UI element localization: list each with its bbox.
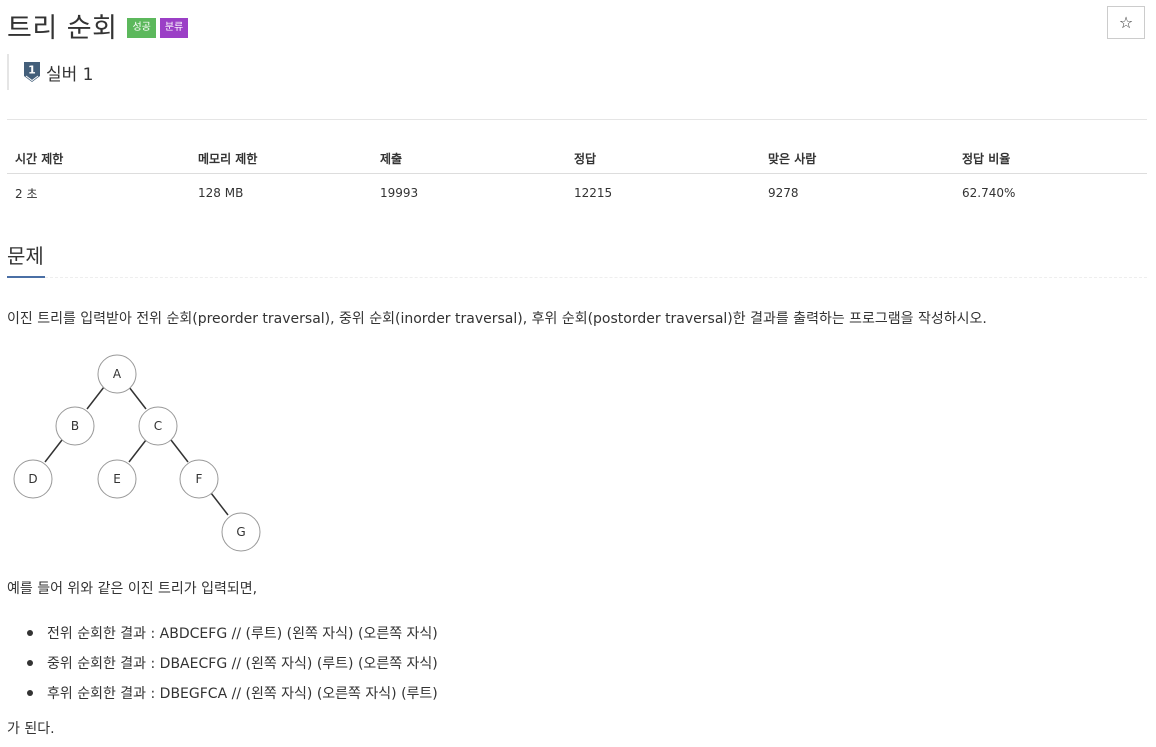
- traversal-results-list: 전위 순회한 결과 : ABDCEFG // (루트) (왼쪽 자식) (오른쪽…: [27, 618, 438, 708]
- edge-a-b: [86, 386, 105, 410]
- tree-node-label-c: C: [154, 419, 162, 433]
- tier-label[interactable]: 실버 1: [46, 60, 94, 85]
- solvers-value: 9278: [768, 186, 799, 200]
- section-title-underline: [7, 276, 45, 278]
- edge-c-e: [128, 439, 147, 463]
- star-icon: ☆: [1118, 13, 1134, 32]
- tree-node-label-d: D: [28, 472, 37, 486]
- list-item: 중위 순회한 결과 : DBAECFG // (왼쪽 자식) (루트) (오른쪽…: [27, 648, 438, 678]
- postorder-result: 후위 순회한 결과 : DBEGFCA // (왼쪽 자식) (오른쪽 자식) …: [47, 686, 438, 702]
- problem-info-table: 시간 제한 메모리 제한 제출 정답 맞은 사람 정답 비율 2 초 128 M…: [7, 143, 1147, 212]
- problem-title: 트리 순회: [7, 13, 118, 44]
- ending-text: 가 된다.: [7, 721, 55, 737]
- edge-a-c: [128, 386, 147, 410]
- preorder-result: 전위 순회한 결과 : ABDCEFG // (루트) (왼쪽 자식) (오른쪽…: [47, 626, 438, 642]
- header-memory-limit: 메모리 제한: [198, 151, 258, 166]
- accepted-value: 12215: [574, 186, 613, 200]
- edge-c-f: [170, 439, 189, 463]
- ratio-value: 62.740%: [962, 186, 1016, 200]
- memory-limit-value: 128 MB: [198, 186, 244, 200]
- category-badge[interactable]: 분류: [159, 17, 189, 38]
- problem-header: 트리 순회 성공 분류: [7, 6, 189, 45]
- bullet-icon: [27, 660, 33, 666]
- divider: [7, 119, 1147, 120]
- list-item: 후위 순회한 결과 : DBEGFCA // (왼쪽 자식) (오른쪽 자식) …: [27, 678, 438, 708]
- tree-node-label-e: E: [113, 472, 121, 486]
- tree-node-label-a: A: [113, 367, 122, 381]
- header-ratio: 정답 비율: [962, 151, 1011, 166]
- section-divider: [45, 277, 1147, 279]
- bullet-icon: [27, 690, 33, 696]
- header-time-limit: 시간 제한: [15, 151, 64, 166]
- tree-node-label-f: F: [196, 472, 203, 486]
- binary-tree-diagram: A B C D E F G: [13, 354, 261, 552]
- edge-b-d: [44, 439, 63, 463]
- list-item: 전위 순회한 결과 : ABDCEFG // (루트) (왼쪽 자식) (오른쪽…: [27, 618, 438, 648]
- favorite-button[interactable]: ☆: [1107, 6, 1145, 39]
- table-row: 2 초 128 MB 19993 12215 9278 62.740%: [7, 174, 1147, 212]
- example-intro: 예를 들어 위와 같은 이진 트리가 입력되면,: [7, 581, 258, 597]
- section-title: 문제: [7, 244, 44, 268]
- tier-box: 1 실버 1: [7, 54, 94, 90]
- edge-f-g: [210, 492, 229, 516]
- inorder-result: 중위 순회한 결과 : DBAECFG // (왼쪽 자식) (루트) (오른쪽…: [47, 656, 438, 672]
- silver-tier-icon: 1: [24, 62, 40, 82]
- success-badge[interactable]: 성공: [127, 17, 156, 38]
- table-header-row: 시간 제한 메모리 제한 제출 정답 맞은 사람 정답 비율: [7, 143, 1147, 174]
- bullet-icon: [27, 630, 33, 636]
- header-accepted: 정답: [574, 151, 597, 166]
- time-limit-value: 2 초: [15, 186, 38, 201]
- problem-description: 이진 트리를 입력받아 전위 순회(preorder traversal), 중…: [7, 311, 987, 327]
- header-submissions: 제출: [380, 151, 403, 166]
- submissions-value: 19993: [380, 186, 419, 200]
- tree-node-label-g: G: [236, 525, 245, 539]
- header-solvers: 맞은 사람: [768, 151, 817, 166]
- tier-number: 1: [28, 64, 36, 77]
- tree-node-label-b: B: [71, 419, 79, 433]
